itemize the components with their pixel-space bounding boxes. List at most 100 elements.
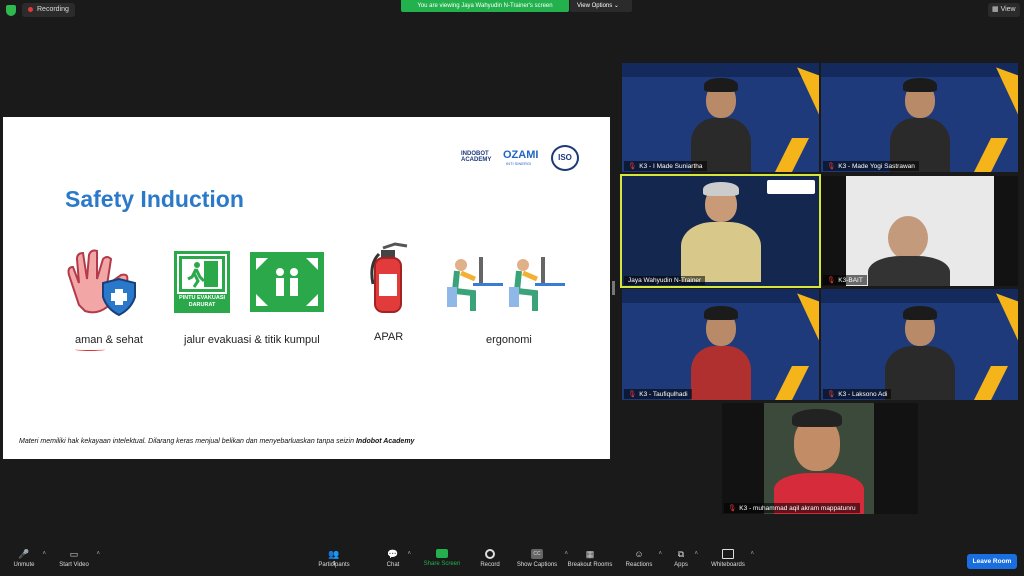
participant-name-text: K3 - Laksono Adi: [838, 391, 888, 398]
captions-icon: CC: [531, 549, 543, 559]
video-tile[interactable]: 🎙 K3 - Laksono Adi: [821, 289, 1018, 400]
participant-video: [690, 78, 751, 172]
view-options-button[interactable]: View Options ⌄: [570, 0, 632, 12]
label-jalur-evakuasi: jalur evakuasi & titik kumpul: [184, 334, 320, 346]
mic-muted-icon: 🎙: [827, 391, 836, 398]
view-options-label: View Options: [577, 3, 613, 9]
chevron-down-icon: ⌄: [613, 3, 619, 9]
ozami-logo: OZAMI: [503, 149, 539, 161]
tile-banner: [622, 289, 819, 303]
share-screen-button[interactable]: Share Screen: [422, 549, 462, 567]
leave-room-button[interactable]: Leave Room: [967, 554, 1017, 569]
apps-label: Apps: [674, 562, 688, 568]
participant-name-text: K3 - Taufiqulhadi: [639, 391, 688, 398]
share-screen-icon: [436, 549, 448, 558]
shield-icon[interactable]: [6, 5, 16, 16]
video-tile[interactable]: 🎙 K3 - Made Yogi Sastrawan: [821, 63, 1018, 172]
exit-sign-icon: PINTU EVAKUASI DARURAT: [174, 251, 230, 313]
chevron-up-icon[interactable]: ˄: [42, 551, 46, 557]
participant-name-text: K3 - I Made Suniartha: [639, 163, 703, 170]
exit-sign-text: PINTU EVAKUASI DARURAT: [178, 295, 226, 308]
breakout-rooms-label: Breakout Rooms: [567, 562, 613, 568]
tile-banner: [821, 289, 1018, 303]
breakout-rooms-icon: ▦: [585, 549, 595, 559]
start-video-button[interactable]: ▭ Start Video ˄: [56, 549, 100, 568]
participant-name: 🎙 K3 - Made Yogi Sastrawan: [823, 161, 919, 171]
participant-name: 🎙 K3 - muhammad aqil akram mappatunru: [724, 503, 860, 513]
panel-resize-handle[interactable]: [612, 281, 615, 295]
grid-icon: ▦: [992, 6, 1001, 13]
chevron-up-icon[interactable]: ˄: [407, 551, 411, 557]
whiteboard-icon: [722, 549, 734, 559]
participants-button[interactable]: 👥8 Participants: [316, 549, 352, 568]
record-button[interactable]: Record: [478, 549, 502, 568]
recording-label: Recording: [37, 6, 69, 13]
reactions-button[interactable]: ☺ Reactions ˄: [624, 549, 662, 568]
reactions-label: Reactions: [625, 562, 653, 568]
participant-video: [690, 306, 751, 400]
apps-button[interactable]: ⧉ Apps ˄: [672, 549, 698, 568]
breakout-rooms-button[interactable]: ▦ Breakout Rooms: [565, 549, 615, 568]
reactions-icon: ☺: [634, 549, 644, 559]
video-off-icon: ▭: [69, 549, 79, 559]
chat-label: Chat: [386, 562, 400, 568]
recording-indicator[interactable]: Recording: [22, 3, 75, 17]
mic-off-icon: 🎤: [18, 549, 30, 559]
mic-muted-icon: 🎙: [628, 391, 637, 398]
video-tile-active-speaker[interactable]: Jaya Wahyudin N-Trainer: [620, 174, 821, 288]
label-ergonomi: ergonomi: [486, 334, 532, 346]
video-tile[interactable]: 🎙 K3 - I Made Suniartha: [622, 63, 819, 172]
video-tile[interactable]: 🎙 K3 - muhammad aqil akram mappatunru: [722, 403, 918, 514]
tile-banner: [622, 63, 819, 77]
mic-muted-icon: 🎙: [827, 277, 836, 284]
whiteboards-label: Whiteboards: [711, 562, 745, 568]
participant-name: 🎙 K3 - Taufiqulhadi: [624, 389, 692, 399]
decor-chevron: [775, 138, 809, 172]
unmute-button[interactable]: 🎤 Unmute ˄: [10, 549, 46, 568]
mic-muted-icon: 🎙: [728, 505, 737, 512]
slide-title: Safety Induction: [65, 186, 244, 212]
participant-video: [846, 176, 994, 286]
video-tile[interactable]: 🎙 K3 - Taufiqulhadi: [622, 289, 819, 400]
ergonomics-icon: [447, 257, 565, 311]
show-captions-button[interactable]: CC Show Captions ˄: [514, 549, 568, 568]
copyright-note: Materi memiliki hak kekayaan intelektual…: [19, 438, 414, 445]
participant-name-text: K3 - Made Yogi Sastrawan: [838, 163, 915, 170]
view-button[interactable]: ▦ View: [988, 3, 1020, 17]
participant-name: 🎙 K3 - Laksono Adi: [823, 389, 892, 399]
show-captions-label: Show Captions: [516, 562, 558, 568]
chevron-up-icon[interactable]: ˄: [750, 551, 754, 557]
top-bar: Recording You are viewing Jaya Wahyudin …: [0, 0, 1024, 20]
record-icon: [485, 549, 495, 559]
fire-extinguisher-icon: [370, 242, 408, 313]
participant-name: 🎙 K3-BAIT: [823, 275, 867, 285]
unmute-label: Unmute: [13, 562, 35, 568]
iso-logo: ISO: [551, 145, 579, 171]
video-tile[interactable]: 🎙 K3-BAIT: [821, 176, 1018, 286]
whiteboards-button[interactable]: Whiteboards ˄: [710, 549, 754, 568]
chevron-up-icon[interactable]: ˄: [694, 551, 698, 557]
shared-screen-slide: INDOBOT ACADEMY OZAMI INTI SINERGI ISO S…: [3, 117, 610, 459]
record-label: Record: [480, 562, 500, 568]
participant-name-text: K3-BAIT: [838, 277, 863, 284]
participant-name-text: Jaya Wahyudin N-Trainer: [628, 277, 702, 284]
participants-label: Participants: [318, 562, 350, 568]
participant-name: 🎙 K3 - I Made Suniartha: [624, 161, 707, 171]
indobot-logo: INDOBOT ACADEMY: [461, 151, 492, 163]
label-apar: APAR: [374, 331, 404, 343]
start-video-label: Start Video: [59, 562, 89, 568]
decor-chevron: [974, 366, 1008, 400]
chevron-up-icon[interactable]: ˄: [658, 551, 662, 557]
participants-icon: 👥8: [328, 549, 340, 567]
assembly-point-icon: [250, 252, 324, 312]
viewing-banner: You are viewing Jaya Wahyudin N-Trainer'…: [401, 0, 569, 12]
participant-video: [680, 182, 761, 286]
meeting-toolbar: 🎤 Unmute ˄ ▭ Start Video ˄ 👥8 Participants…: [0, 546, 1024, 576]
hand-shield-icon: [67, 249, 136, 317]
chat-button[interactable]: 💬 Chat ˄: [383, 549, 411, 568]
chat-icon: 💬: [387, 549, 399, 559]
label-aman-sehat: aman & sehat: [75, 334, 143, 346]
mic-muted-icon: 🎙: [628, 163, 637, 170]
chevron-up-icon[interactable]: ˄: [96, 551, 100, 557]
copyright-brand: Indobot Academy: [355, 438, 415, 445]
